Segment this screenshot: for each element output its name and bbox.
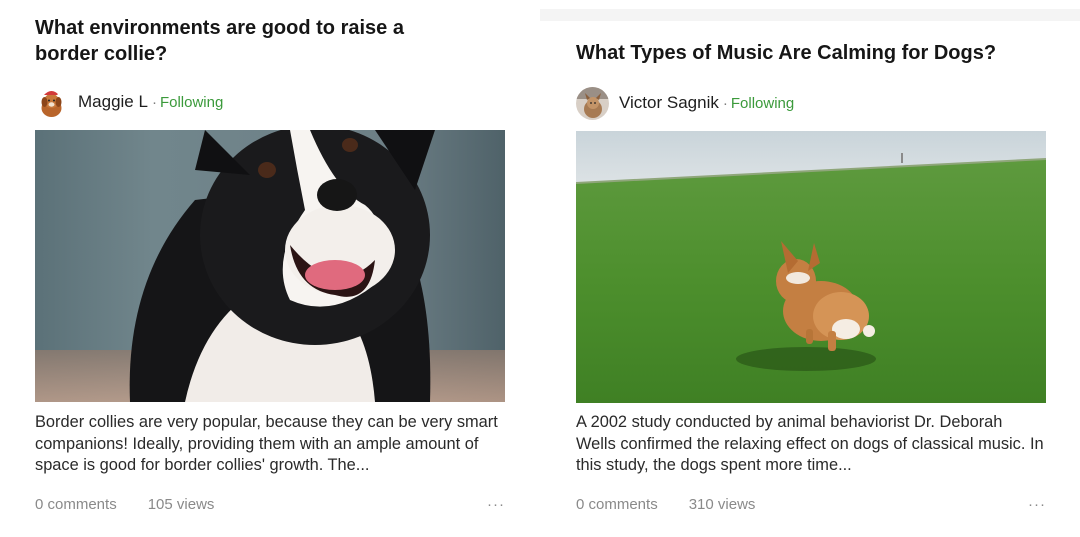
- author-name[interactable]: Victor Sagnik: [619, 93, 719, 113]
- following-status[interactable]: Following: [160, 94, 223, 111]
- author-name[interactable]: Maggie L: [78, 92, 148, 112]
- border-collie-photo[interactable]: [35, 130, 505, 402]
- top-divider-band: [540, 9, 1080, 21]
- comments-count[interactable]: 0 comments: [576, 496, 658, 513]
- comments-count[interactable]: 0 comments: [35, 496, 117, 513]
- following-status[interactable]: Following: [731, 95, 794, 112]
- post-stats: 0 comments 105 views ···: [35, 494, 505, 514]
- separator-dot: ·: [722, 94, 728, 112]
- dog-avatar-icon[interactable]: [576, 86, 609, 120]
- author-row: Victor Sagnik · Following: [576, 86, 794, 120]
- views-count: 105 views: [147, 495, 215, 513]
- separator-dot: ·: [151, 93, 157, 111]
- post-title[interactable]: What Types of Music Are Calming for Dogs…: [576, 40, 1046, 66]
- author-row: Maggie L · Following: [35, 85, 223, 119]
- more-options-icon[interactable]: ···: [487, 496, 505, 513]
- post-excerpt[interactable]: Border collies are very popular, because…: [35, 412, 505, 477]
- post-excerpt[interactable]: A 2002 study conducted by animal behavio…: [576, 412, 1046, 477]
- corgi-on-grass-photo[interactable]: [576, 131, 1046, 403]
- more-options-icon[interactable]: ···: [1028, 496, 1046, 513]
- views-count: 310 views: [688, 495, 756, 513]
- post-stats: 0 comments 310 views ···: [576, 494, 1046, 514]
- post-title[interactable]: What environments are good to raise a bo…: [35, 15, 455, 67]
- dog-avatar-icon[interactable]: [35, 85, 68, 119]
